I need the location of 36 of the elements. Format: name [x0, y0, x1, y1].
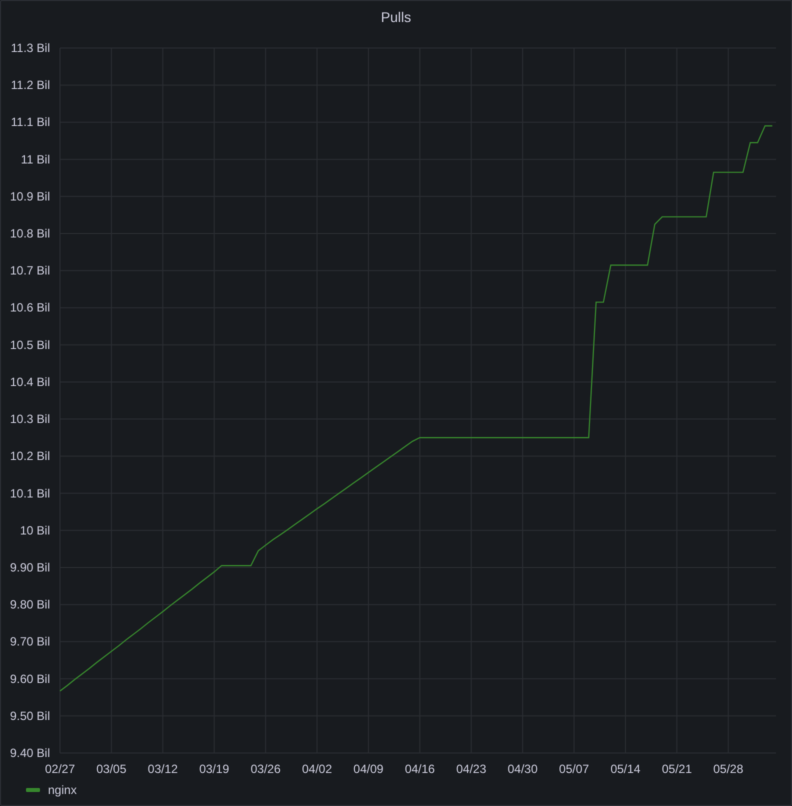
axis-label: 03/05: [96, 762, 126, 776]
axis-label: 03/19: [199, 762, 230, 776]
axis-label: 9.40 Bil: [10, 746, 50, 760]
axis-label: 04/23: [456, 762, 486, 776]
axis-label: 10.7 Bil: [10, 264, 50, 278]
legend-label[interactable]: nginx: [48, 783, 77, 797]
axis-label: 9.90 Bil: [10, 560, 50, 574]
axis-label: 05/07: [559, 762, 590, 776]
axis-label: 10.9 Bil: [10, 189, 50, 204]
axis-label: 9.50 Bil: [10, 708, 50, 723]
axis-label: 04/30: [508, 762, 538, 776]
axis-label: 10.2 Bil: [10, 449, 50, 464]
axis-label: 04/02: [302, 762, 332, 776]
axis-label: 11.3 Bil: [10, 41, 50, 55]
axis-label: 9.80 Bil: [10, 598, 50, 612]
axis-label: 10 Bil: [20, 523, 50, 538]
axis-label: 11.1 Bil: [10, 115, 50, 130]
axis-label: 10.3 Bil: [10, 412, 50, 426]
axis-label: 03/12: [148, 762, 178, 776]
axis-label: 05/14: [610, 762, 640, 776]
axis-label: 10.1 Bil: [10, 486, 50, 500]
axis-label: 11 Bil: [20, 152, 50, 166]
axis-label: 10.8 Bil: [10, 226, 50, 241]
axis-label: 11.2 Bil: [10, 78, 50, 92]
panel-title: Pulls: [380, 8, 412, 27]
axis-label: 02/27: [44, 762, 76, 776]
axis-label: 10.5 Bil: [10, 338, 50, 352]
axis-label: 10.6 Bil: [10, 300, 50, 315]
axis-label: 9.70 Bil: [10, 634, 50, 649]
axis-label: 05/21: [662, 762, 692, 776]
axis-label: 04/09: [353, 762, 384, 776]
axis-label: 05/28: [713, 762, 744, 776]
axis-label: 04/16: [404, 762, 435, 776]
axis-label: 9.60 Bil: [10, 672, 50, 686]
axis-label: 10.4 Bil: [10, 374, 50, 389]
axis-label: 03/26: [250, 762, 281, 776]
